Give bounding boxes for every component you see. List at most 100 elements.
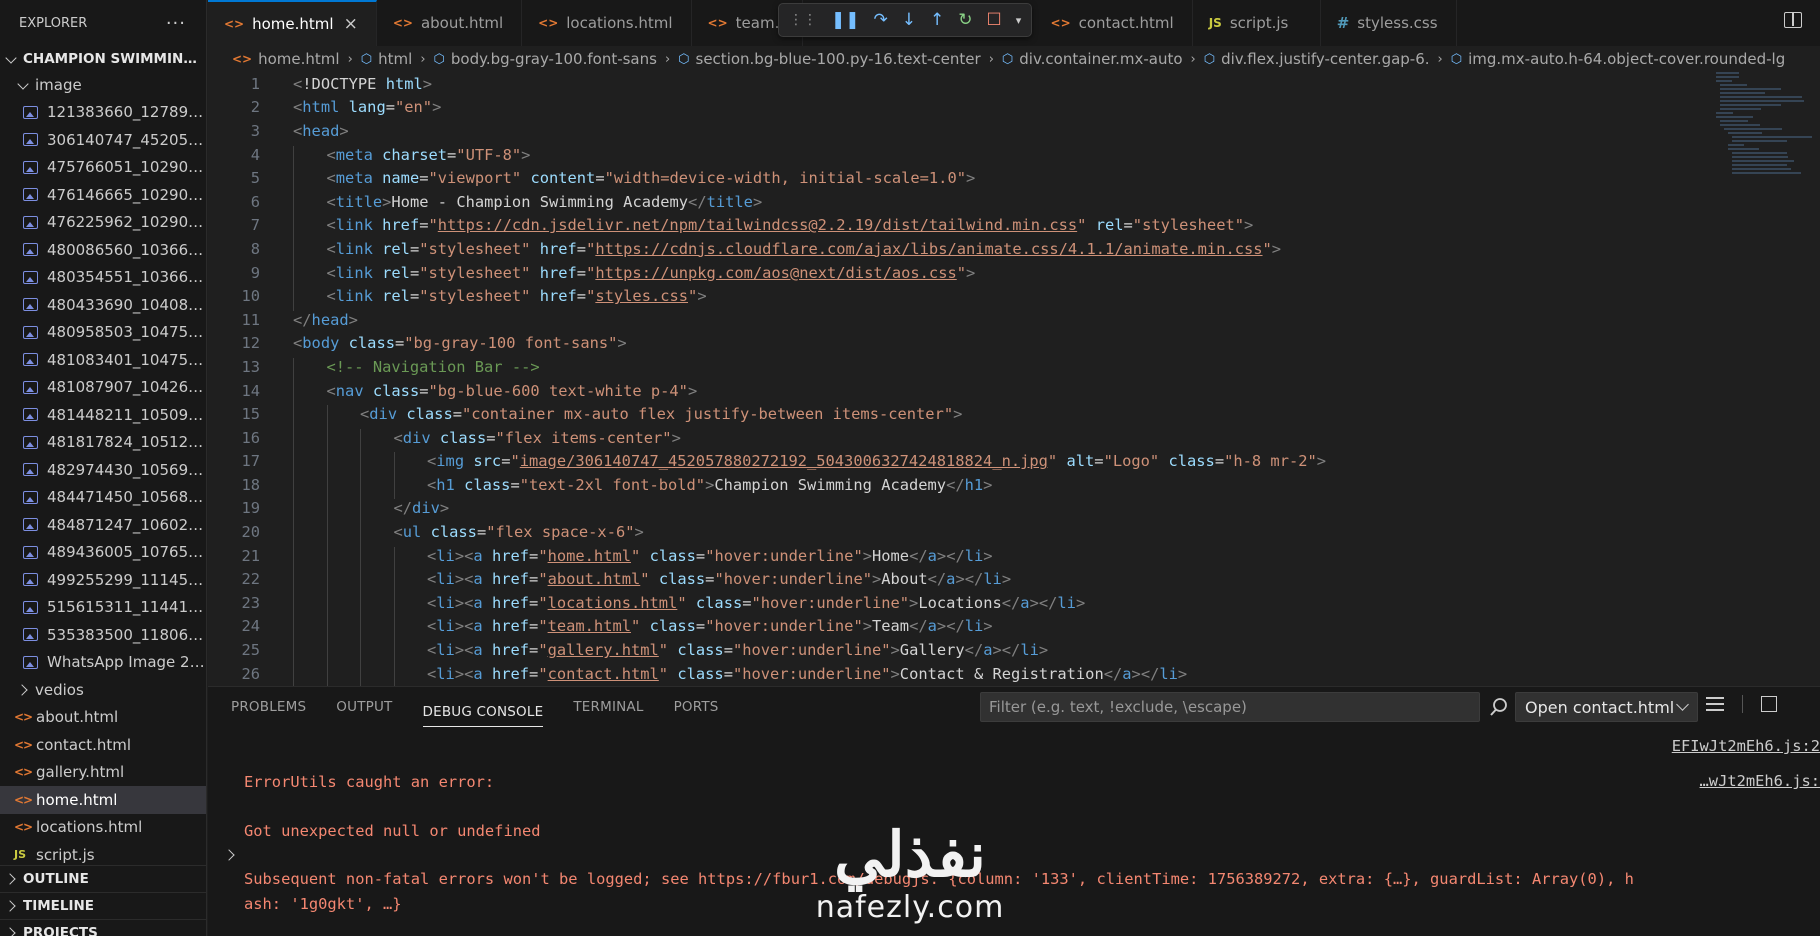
code-line[interactable]: 26 <li><a href="contact.html" class="hove… bbox=[208, 662, 1820, 686]
image-file-item[interactable]: 535383500_1180695... bbox=[0, 621, 206, 649]
code-line[interactable]: 5 <meta name="viewport" content="width=de… bbox=[208, 166, 1820, 193]
file-item[interactable]: <> home.html bbox=[0, 786, 206, 814]
source-link[interactable]: EFIwJt2mEh6.js:2 bbox=[1672, 737, 1820, 755]
timeline-section[interactable]: TIMELINE bbox=[0, 892, 206, 919]
code-line[interactable]: 8 <link rel="stylesheet" href="https://cd… bbox=[208, 237, 1820, 264]
panel-tab-output[interactable]: OUTPUT bbox=[336, 687, 392, 727]
code-line[interactable]: 16 <div class="flex items-center"> bbox=[208, 426, 1820, 453]
code-line[interactable]: 21 <li><a href="home.html" class="hover:u… bbox=[208, 544, 1820, 571]
code-line[interactable]: 7 <link href="https://cdn.jsdelivr.net/np… bbox=[208, 214, 1820, 240]
image-file-item[interactable]: 482974430_1056973... bbox=[0, 456, 206, 484]
search-icon[interactable] bbox=[1488, 696, 1510, 718]
file-item[interactable]: <> contact.html bbox=[0, 731, 206, 759]
image-file-item[interactable]: 480433690_1040890... bbox=[0, 291, 206, 319]
image-file-item[interactable]: 476146665_1029092... bbox=[0, 181, 206, 209]
breadcrumb-item[interactable]: ⬡ section.bg-blue-100.py-16.text-center bbox=[678, 50, 981, 68]
image-file-item[interactable]: 480086560_1036665... bbox=[0, 236, 206, 264]
tab-locations-html[interactable]: <> locations.html bbox=[522, 0, 692, 46]
code-line[interactable]: 11 </head> bbox=[208, 308, 1820, 332]
code-editor[interactable]: 1 <!DOCTYPE html> 2 <html lang="en"> 3 <head>… bbox=[208, 72, 1820, 686]
code-line[interactable]: 25 <li><a href="gallery.html" class="hove… bbox=[208, 638, 1820, 665]
image-file-item[interactable]: 476225962_1029092... bbox=[0, 209, 206, 237]
image-file-item[interactable]: 481083401_1047537... bbox=[0, 346, 206, 374]
step-out-icon[interactable]: ↑ bbox=[930, 10, 944, 30]
code-line[interactable]: 1 <!DOCTYPE html> bbox=[208, 72, 1820, 96]
image-file-item[interactable]: 484471450_1056814... bbox=[0, 484, 206, 512]
step-into-icon[interactable]: ↓ bbox=[902, 10, 916, 30]
chevron-right-icon[interactable] bbox=[223, 849, 235, 861]
code-line[interactable]: 3 <head> bbox=[208, 119, 1820, 143]
image-file-item[interactable]: 484871247_1060292... bbox=[0, 511, 206, 539]
image-file-item[interactable]: 480354551_1036665... bbox=[0, 264, 206, 292]
image-file-item[interactable]: 306140747_4520578... bbox=[0, 126, 206, 154]
minimap[interactable] bbox=[1716, 72, 1816, 192]
source-link[interactable]: …wJt2mEh6.js: bbox=[1700, 772, 1820, 790]
drag-grip-icon[interactable]: ⋮⋮ bbox=[789, 12, 817, 28]
close-icon[interactable]: × bbox=[344, 14, 358, 34]
image-file-item[interactable]: 481087907_1042690... bbox=[0, 374, 206, 402]
image-file-item[interactable]: 121383660_1278907... bbox=[0, 99, 206, 127]
ellipsis-icon[interactable]: ··· bbox=[166, 13, 186, 34]
file-item[interactable]: <> locations.html bbox=[0, 814, 206, 842]
code-line[interactable]: 6 <title>Home - Champion Swimming Academy… bbox=[208, 190, 1820, 217]
breadcrumb-item[interactable]: ⬡ body.bg-gray-100.font-sans bbox=[434, 50, 657, 68]
restart-icon[interactable]: ↻ bbox=[958, 10, 972, 30]
tab-home-html[interactable]: <> home.html × bbox=[208, 0, 377, 46]
image-file-item[interactable]: 481817824_1051212... bbox=[0, 429, 206, 457]
tab-about-html[interactable]: <> about.html bbox=[376, 0, 523, 46]
image-file-item[interactable]: 489436005_1076502... bbox=[0, 539, 206, 567]
code-line[interactable]: 12 <body class="bg-gray-100 font-sans"> bbox=[208, 332, 1820, 356]
code-line[interactable]: 22 <li><a href="about.html" class="hover:… bbox=[208, 567, 1820, 594]
panel-tab-ports[interactable]: PORTS bbox=[674, 687, 719, 727]
clear-console-icon[interactable] bbox=[1706, 697, 1724, 711]
project-root[interactable]: CHAMPION SWIMMING A... bbox=[0, 46, 206, 71]
image-file-item[interactable]: 480958503_1047537... bbox=[0, 319, 206, 347]
maximize-panel-icon[interactable] bbox=[1761, 696, 1777, 712]
split-editor-icon[interactable] bbox=[1784, 12, 1802, 28]
outline-section[interactable]: OUTLINE bbox=[0, 865, 206, 892]
breadcrumb-item[interactable]: ⬡ img.mx-auto.h-64.object-cover.rounded-l… bbox=[1451, 50, 1786, 68]
file-item[interactable]: <> about.html bbox=[0, 704, 206, 732]
console-filter-input[interactable]: Filter (e.g. text, !exclude, \escape) bbox=[980, 692, 1480, 722]
code-line[interactable]: 2 <html lang="en"> bbox=[208, 96, 1820, 120]
indent-guide bbox=[293, 664, 294, 686]
step-over-icon[interactable]: ↷ bbox=[874, 10, 888, 30]
code-line[interactable]: 24 <li><a href="team.html" class="hover:u… bbox=[208, 615, 1820, 642]
breadcrumb-item[interactable]: ⬡ div.container.mx-auto bbox=[1002, 50, 1183, 68]
panel-tab-debug-console[interactable]: DEBUG CONSOLE bbox=[422, 697, 544, 727]
code-line[interactable]: 17 <img src = "image/306140747_452057880272… bbox=[208, 450, 1820, 476]
folder-image[interactable]: image bbox=[0, 71, 206, 99]
debug-source-select[interactable]: Open contact.html bbox=[1515, 692, 1698, 722]
chevron-down-icon[interactable]: ▾ bbox=[1016, 14, 1022, 27]
line-number: 10 bbox=[241, 287, 260, 306]
tab-contact-html[interactable]: <> contact.html bbox=[1034, 0, 1193, 46]
image-file-item[interactable]: 515615311_1144155... bbox=[0, 594, 206, 622]
stop-icon[interactable]: ☐ bbox=[987, 10, 1002, 30]
breadcrumb-item[interactable]: <> home.html bbox=[232, 50, 340, 68]
breadcrumb-item[interactable]: ⬡ div.flex.justify-center.gap-6. bbox=[1204, 50, 1430, 68]
code-line[interactable]: 4 <meta charset="UTF-8"> bbox=[208, 143, 1820, 170]
code-line[interactable]: 14 <nav class="bg-blue-600 text-white p-4… bbox=[208, 379, 1820, 406]
file-item[interactable]: <> gallery.html bbox=[0, 759, 206, 787]
code-line[interactable]: 9 <link rel="stylesheet" href="https://un… bbox=[208, 261, 1820, 288]
image-file-item[interactable]: 481448211_1050922... bbox=[0, 401, 206, 429]
image-file-item[interactable]: 475766051_1029092... bbox=[0, 154, 206, 182]
image-file-item[interactable]: 499255299_1114524... bbox=[0, 566, 206, 594]
code-line[interactable]: 23 <li><a href="locations.html" class="ho… bbox=[208, 591, 1820, 618]
projects-section[interactable]: PROJECTS bbox=[0, 919, 206, 936]
code-line[interactable]: 15 <div class="container mx-auto flex jus… bbox=[208, 402, 1820, 429]
code-line[interactable]: 18 <h1 class="text-2xl font-bold">Champio… bbox=[208, 473, 1820, 500]
code-line[interactable]: 13 <!-- Navigation Bar --> bbox=[208, 355, 1820, 382]
breadcrumb-item[interactable]: ⬡ html bbox=[361, 50, 413, 68]
panel-tab-terminal[interactable]: TERMINAL bbox=[573, 687, 643, 727]
code-line[interactable]: 10 <link rel="stylesheet" href="styles.cs… bbox=[208, 284, 1820, 311]
tab-script-js[interactable]: JS script.js bbox=[1192, 0, 1321, 46]
breadcrumb-label: body.bg-gray-100.font-sans bbox=[450, 50, 657, 68]
code-line[interactable]: 19 </div> bbox=[208, 497, 1820, 524]
code-line[interactable]: 20 <ul class="flex space-x-6"> bbox=[208, 520, 1820, 547]
folder-vedios[interactable]: vedios bbox=[0, 676, 206, 704]
image-file-item[interactable]: WhatsApp Image 20... bbox=[0, 649, 206, 677]
pause-icon[interactable]: ❚❚ bbox=[831, 10, 860, 30]
tab-styless-css[interactable]: # styless.css bbox=[1320, 0, 1457, 46]
panel-tab-problems[interactable]: PROBLEMS bbox=[231, 687, 306, 727]
